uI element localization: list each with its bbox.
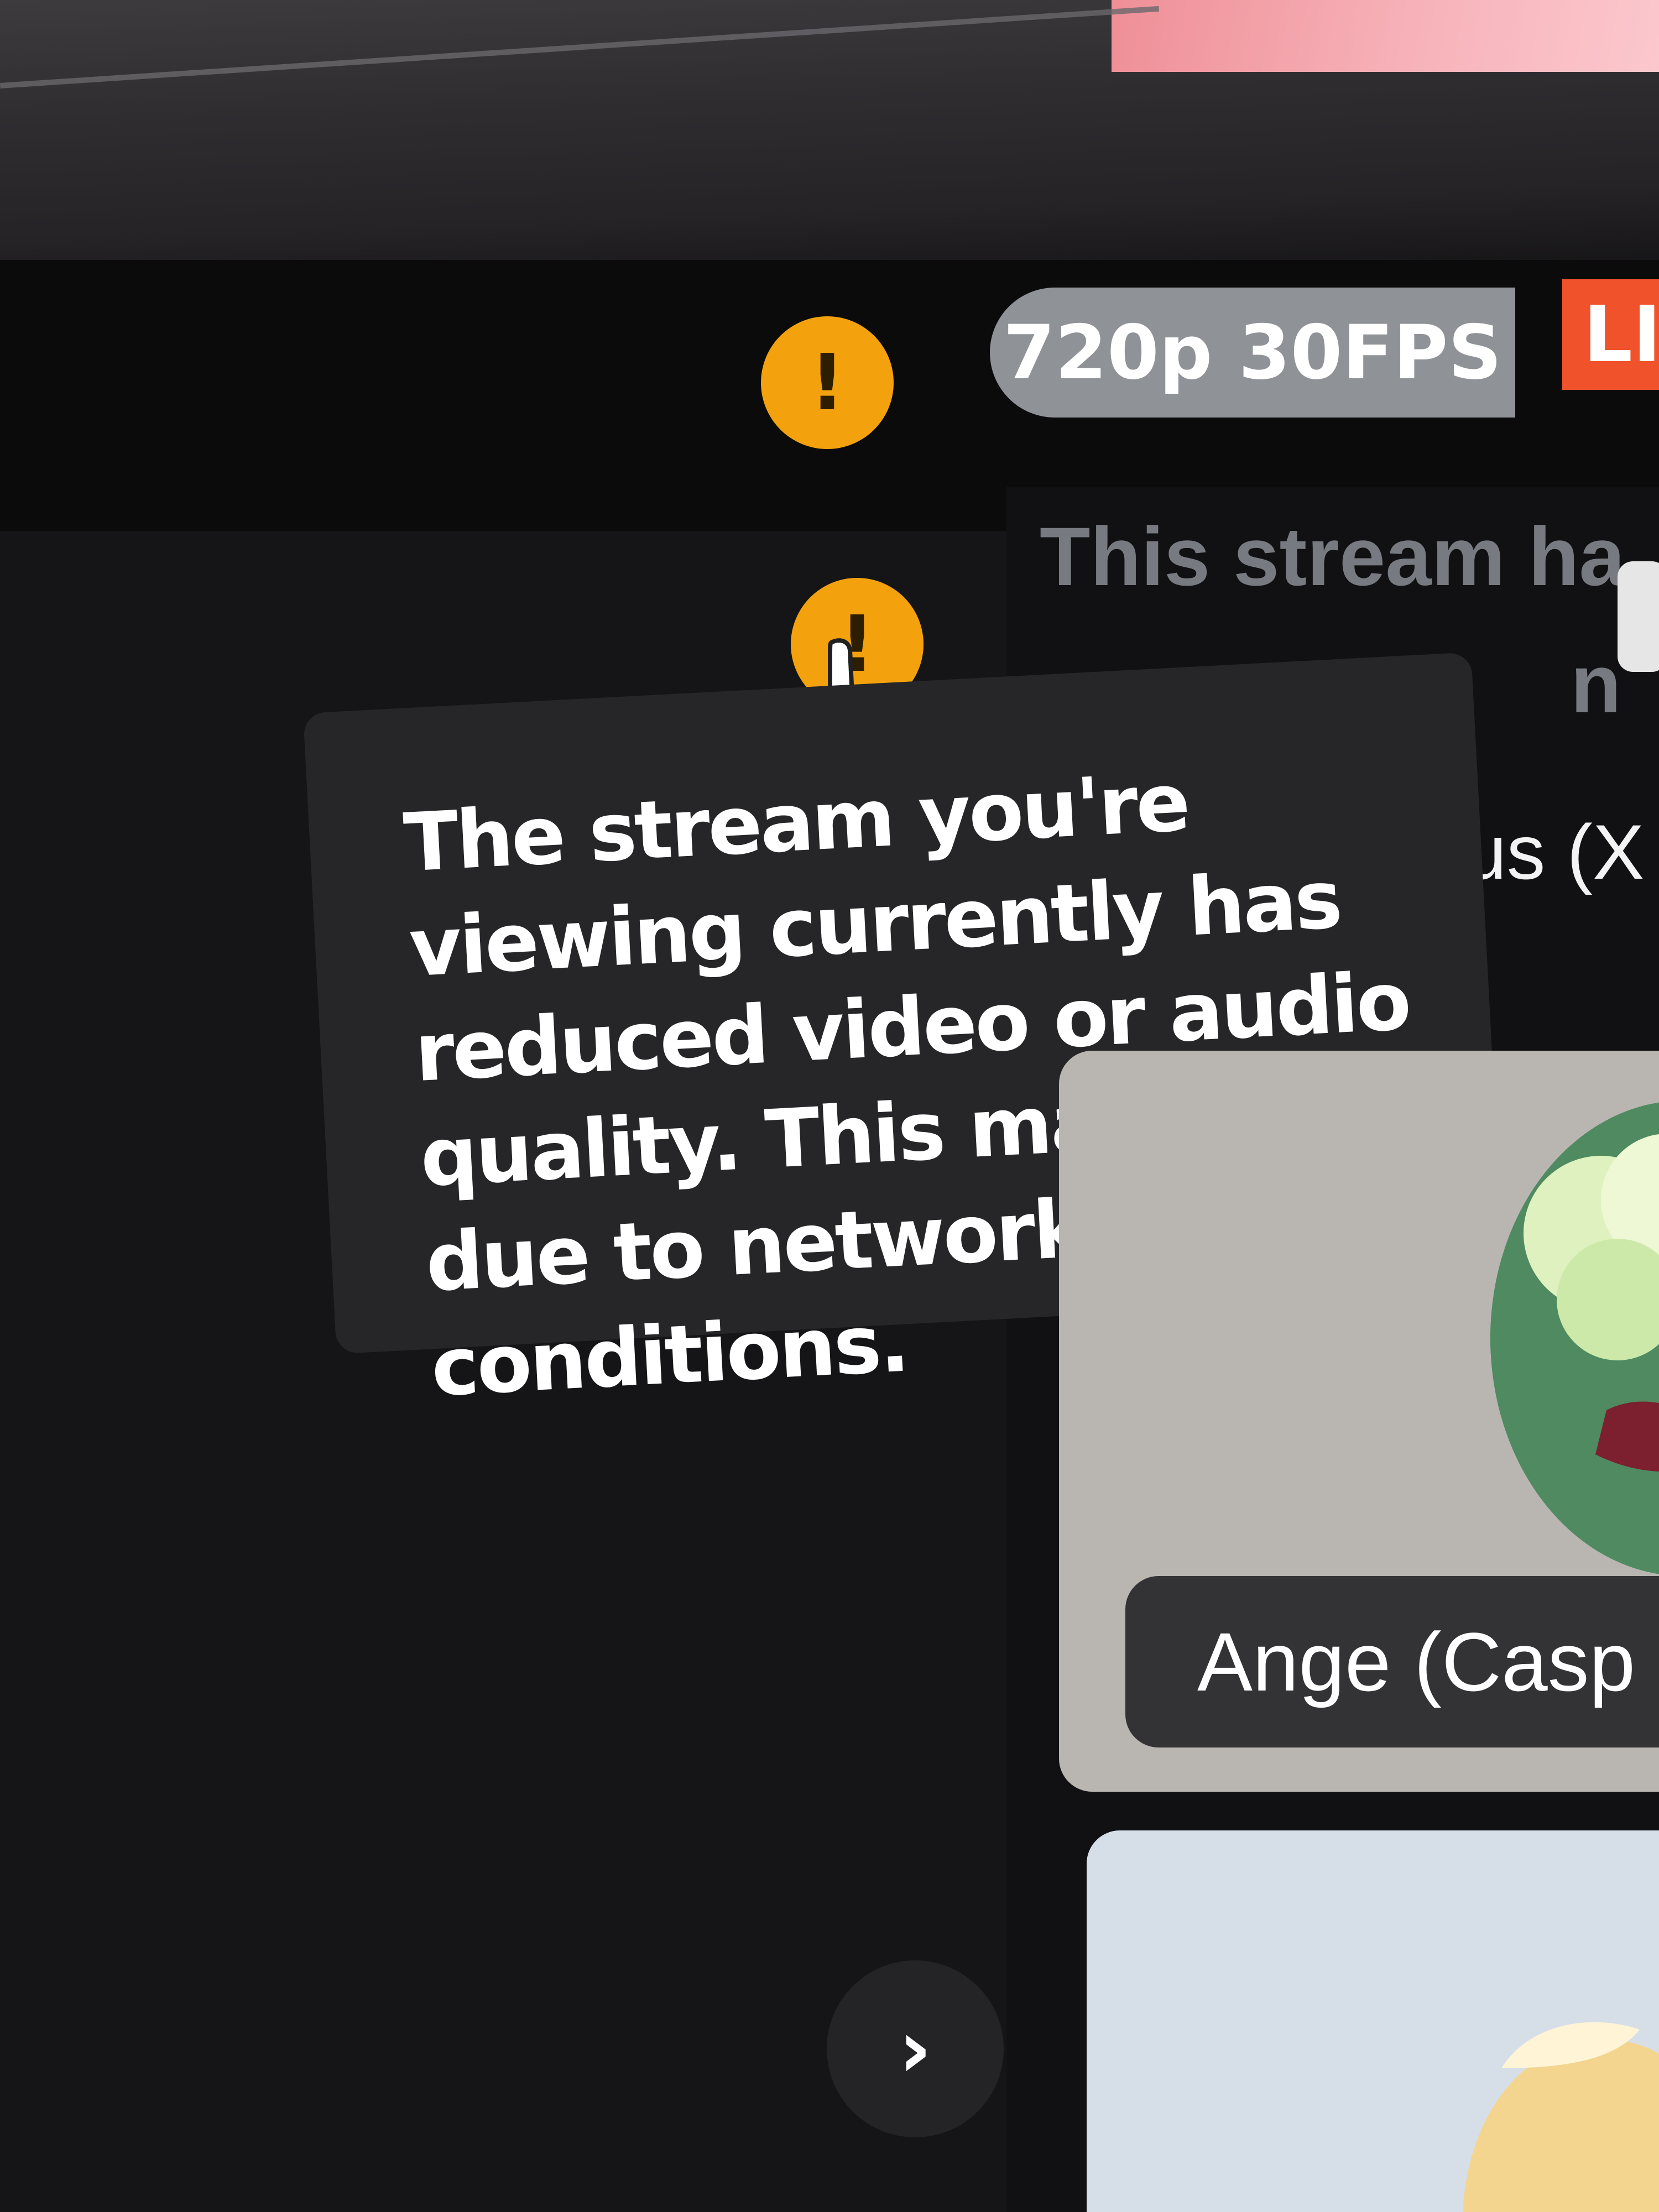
participant-name: Ange (Casp	[1197, 1615, 1636, 1708]
quality-badge-text: 720p 30FPS	[1003, 309, 1502, 396]
participant-card-2[interactable]	[1087, 1830, 1659, 2212]
stream-notice-text-2: n	[1571, 637, 1621, 730]
live-badge-text: LI	[1583, 289, 1659, 380]
participant-avatar-image-2	[1463, 2022, 1659, 2212]
participant-avatar-image	[1490, 1100, 1659, 1576]
background-pink-shape	[1112, 0, 1659, 72]
warning-icon[interactable]: !	[761, 316, 894, 449]
chevron-right-icon: ›	[899, 2002, 932, 2096]
stream-notice-text: This stream ha	[1040, 510, 1625, 603]
participant-card[interactable]: Ange (Casp	[1059, 1051, 1659, 1792]
quality-badge: 720p 30FPS	[990, 288, 1515, 418]
participant-name-plate: Ange (Casp	[1125, 1576, 1659, 1747]
next-arrow-button[interactable]: ›	[827, 1960, 1004, 2137]
live-badge: LI	[1562, 279, 1659, 390]
warning-icon-glyph: !	[810, 337, 845, 428]
